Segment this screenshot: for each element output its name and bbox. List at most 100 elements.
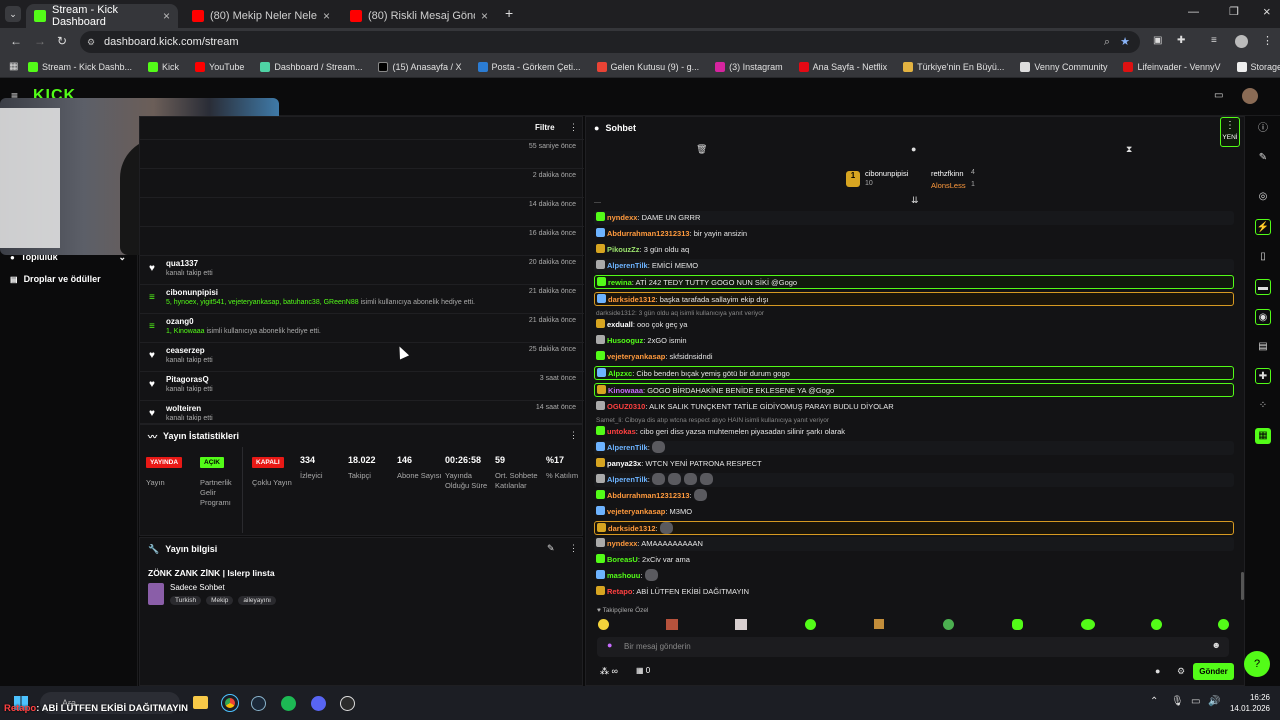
- chat-username[interactable]: vejeteryankasap: [607, 507, 665, 516]
- emote-icon[interactable]: [805, 619, 816, 630]
- chat-input[interactable]: ● Bir mesaj gönderin ☻: [597, 637, 1229, 657]
- activity-user[interactable]: cibonunpipisi: [166, 288, 218, 297]
- chat-message[interactable]: exduall: ooo çok geç ya: [594, 318, 1234, 332]
- activity-user[interactable]: ceaserzep: [166, 346, 205, 355]
- reply-context[interactable]: darkside1312: 3 gün oldu aq isimli kulla…: [596, 310, 764, 317]
- bookmark-item[interactable]: Storage | Fivemanage: [1236, 61, 1280, 72]
- close-tab-icon[interactable]: ×: [163, 9, 170, 23]
- chat-message[interactable]: Alpzxc: Cibo benden bıçak yemiş götü bir…: [594, 366, 1234, 380]
- chat-username[interactable]: Husooguz: [607, 336, 643, 345]
- tray-chevron-icon[interactable]: ⌃: [1150, 696, 1158, 707]
- zoom-icon[interactable]: ⌕: [1104, 31, 1110, 53]
- bookmark-item[interactable]: Gelen Kutusu (9) - g...: [596, 61, 699, 72]
- chat-message[interactable]: AlperenTilk: EMİCİ MEMO: [594, 259, 1234, 273]
- chat-message[interactable]: vejeteryankasap: M3MO: [594, 505, 1234, 519]
- chat-settings-icon[interactable]: ⚙: [1177, 666, 1185, 677]
- bookmark-item[interactable]: Ana Sayfa - Netflix: [798, 61, 887, 72]
- network-icon[interactable]: ▭: [1191, 696, 1200, 707]
- file-explorer-icon[interactable]: [193, 696, 208, 709]
- chat-username[interactable]: BoreasU: [607, 555, 638, 564]
- chat-message[interactable]: Kinowaaa: GOGO BİRDAHAKİNE BENİDE EKLESE…: [594, 383, 1234, 397]
- chat-username[interactable]: OGUZ0310: [607, 402, 645, 411]
- emote-icon[interactable]: [598, 619, 609, 630]
- chat-message[interactable]: AlperenTilk:: [594, 441, 1234, 455]
- emote-icon[interactable]: [1151, 619, 1162, 630]
- chat-message[interactable]: darkside1312: başka tarafada sallayim ek…: [594, 292, 1234, 306]
- chat-username[interactable]: untokas: [607, 427, 636, 436]
- bookmark-item[interactable]: (15) Anasayfa / X: [378, 61, 462, 72]
- tag[interactable]: Mekip: [206, 596, 234, 605]
- new-tab-button[interactable]: +: [505, 5, 513, 21]
- dots-icon[interactable]: ⁘: [1255, 398, 1271, 414]
- info-icon[interactable]: ⓘ: [1255, 121, 1271, 137]
- channel-points[interactable]: ⁂ ∞: [600, 666, 618, 677]
- user-avatar[interactable]: [1242, 88, 1258, 104]
- emote-icon[interactable]: [735, 619, 747, 630]
- menu-icon[interactable]: ⋮: [1262, 34, 1273, 47]
- chat-username[interactable]: Alpzxc: [608, 369, 632, 378]
- chat-message[interactable]: darkside1312:: [594, 521, 1234, 535]
- tab-youtube-2[interactable]: (80) Riskli Mesaj Gönderdikten ×: [342, 4, 496, 28]
- bookmark-item[interactable]: Türkiye'nin En Büyü...: [903, 61, 1004, 72]
- activity-user[interactable]: ozang0: [166, 317, 194, 326]
- chat-username[interactable]: darkside1312: [608, 295, 656, 304]
- reading-list-icon[interactable]: ≡: [1211, 35, 1217, 46]
- tab-kick-dashboard[interactable]: Stream - Kick Dashboard ×: [26, 4, 178, 28]
- help-chat-button[interactable]: ?: [1244, 651, 1270, 677]
- chat-message[interactable]: nyndexx: DAME UN GRRR: [594, 211, 1234, 225]
- activity-user[interactable]: PitagorasQ: [166, 375, 209, 384]
- emote-icon[interactable]: [943, 619, 954, 630]
- send-button[interactable]: Gönder: [1193, 663, 1234, 680]
- pencil-icon[interactable]: ✎: [1255, 150, 1271, 166]
- activity-user[interactable]: wolteiren: [166, 404, 201, 413]
- tag[interactable]: Turkish: [170, 596, 202, 605]
- target-icon[interactable]: ◎: [1255, 189, 1271, 205]
- chat-message[interactable]: mashouu:: [594, 569, 1234, 583]
- chat-username[interactable]: AlperenTilk: [607, 475, 648, 484]
- chat-username[interactable]: AlperenTilk: [607, 261, 648, 270]
- site-info-icon[interactable]: ⚙: [87, 31, 95, 53]
- reload-icon[interactable]: ↻: [57, 34, 67, 48]
- bookmark-item[interactable]: Dashboard / Stream...: [260, 61, 362, 72]
- emote-icon[interactable]: [1218, 619, 1229, 630]
- emoji-icon[interactable]: ☻: [1212, 640, 1221, 650]
- chat-users-icon[interactable]: ●: [1155, 666, 1160, 676]
- spotify-icon[interactable]: [281, 696, 296, 711]
- more-options-icon[interactable]: ⋮: [569, 430, 578, 441]
- more-options-icon[interactable]: ⋮: [569, 122, 578, 133]
- chat-message[interactable]: Abdurrahman12312313: bir yayin ansizin: [594, 227, 1234, 241]
- more-options-icon[interactable]: ⋮: [569, 543, 578, 554]
- chat-username[interactable]: Retapo: [607, 587, 632, 596]
- chat-username[interactable]: panya23x: [607, 459, 641, 468]
- chat-username[interactable]: Abdurrahman12312313: [607, 491, 690, 500]
- chat-message[interactable]: Abdurrahman12312313:: [594, 489, 1234, 503]
- close-tab-icon[interactable]: ×: [323, 9, 330, 23]
- chat-username[interactable]: PikouzZz: [607, 245, 640, 254]
- chat-message[interactable]: BoreasU: 2xCiv var ama: [594, 553, 1234, 567]
- layout-icon[interactable]: ▤: [1255, 339, 1271, 355]
- emote-icon[interactable]: [1012, 619, 1023, 630]
- emote-icon[interactable]: [874, 619, 884, 629]
- steam-icon[interactable]: [251, 696, 266, 711]
- trash-icon[interactable]: 🗑: [696, 144, 707, 155]
- bookmark-item[interactable]: Posta - Görkem Çeti...: [477, 61, 581, 72]
- clock[interactable]: 16:26 14.01.2026: [1228, 692, 1270, 714]
- message-icon[interactable]: ●: [911, 144, 916, 154]
- microphone-icon[interactable]: ●: [607, 640, 612, 650]
- grid-icon[interactable]: ▦: [1255, 428, 1271, 444]
- chat-message[interactable]: Husooguz: 2xGO ismin: [594, 334, 1234, 348]
- chat-username[interactable]: rewina: [608, 278, 632, 287]
- filter-button[interactable]: Filtre: [535, 123, 555, 132]
- back-icon[interactable]: ←: [10, 34, 22, 48]
- chat-scrollbar[interactable]: [1241, 572, 1244, 600]
- volume-icon[interactable]: 🔊: [1208, 696, 1220, 707]
- emote-icon[interactable]: [1081, 619, 1095, 630]
- chat-message[interactable]: rewina: ATİ 242 TEDY TUTTY GOGO NUN SİKİ…: [594, 275, 1234, 289]
- forward-icon[interactable]: →: [34, 34, 46, 48]
- bolt-icon[interactable]: ⚡: [1255, 219, 1271, 235]
- bookmark-item[interactable]: Stream - Kick Dashb...: [28, 61, 132, 72]
- bookmark-item[interactable]: YouTube: [195, 61, 244, 72]
- chat-message[interactable]: AlperenTilk:: [594, 473, 1234, 487]
- microphone-tray-icon[interactable]: 🎙: [1171, 696, 1184, 707]
- url-bar[interactable]: ⚙ dashboard.kick.com/stream ⌕ ★: [80, 31, 1140, 53]
